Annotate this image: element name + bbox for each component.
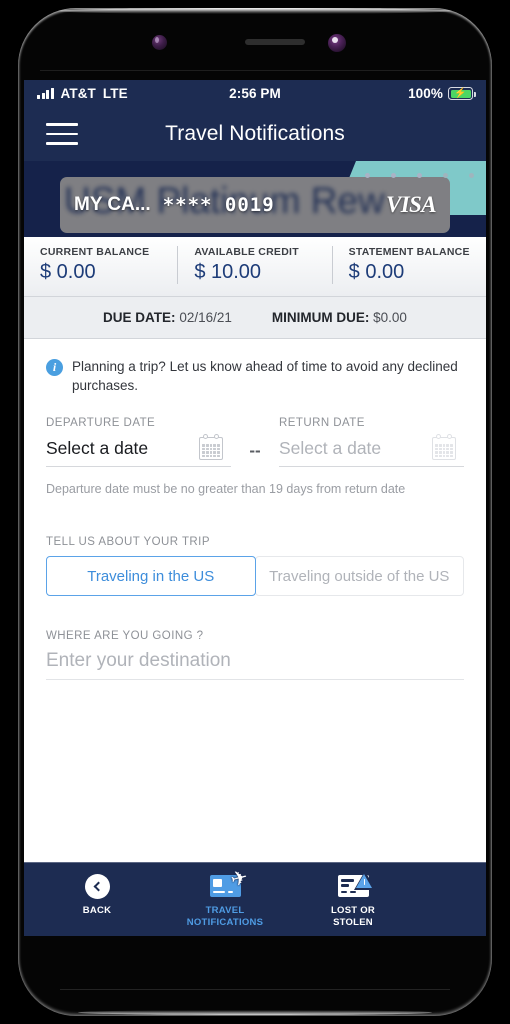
card-warning-icon (337, 871, 376, 897)
nav-label-line1: TRAVEL (205, 905, 245, 916)
phone-screen: AT&T LTE 2:56 PM 100% ⚡ Travel Notificat… (24, 80, 486, 936)
page-title: Travel Notifications (165, 122, 345, 145)
earpiece-speaker-icon (245, 39, 305, 45)
departure-date-label: DEPARTURE DATE (46, 417, 156, 430)
battery-charging-icon: ⚡ (448, 87, 477, 100)
phone-frame: AT&T LTE 2:56 PM 100% ⚡ Travel Notificat… (18, 8, 492, 1016)
card-summary-row[interactable]: MY CA... **** 0019 VISA (60, 177, 450, 233)
signal-bars-icon (37, 88, 54, 99)
nav-label-travel-notifications: TRAVEL NOTIFICATIONS (187, 905, 263, 928)
hamburger-menu-icon[interactable] (46, 123, 78, 145)
nav-label-line1: LOST OR (331, 905, 375, 916)
app-header: Travel Notifications (24, 107, 486, 161)
front-camera-icon (328, 34, 346, 52)
trip-type-toggle-group: Traveling in the US Traveling outside of… (46, 556, 464, 597)
nav-label-line2: NOTIFICATIONS (186, 916, 264, 928)
minimum-due-label: MINIMUM DUE: (271, 310, 370, 325)
departure-date-value[interactable]: Select a date (46, 438, 148, 459)
due-date-value: 02/16/21 (179, 310, 232, 325)
nav-label-back: BACK (82, 905, 112, 916)
nav-item-back[interactable]: BACK (50, 872, 144, 917)
back-chevron-icon (84, 873, 110, 899)
balance-cell-statement: STATEMENT BALANCE $ 0.00 (331, 246, 486, 284)
nav-item-lost-or-stolen[interactable]: LOST OR STOLEN (306, 871, 400, 928)
charging-bolt-icon: ⚡ (454, 87, 467, 99)
nav-item-travel-notifications[interactable]: ✈ TRAVEL NOTIFICATIONS (178, 866, 272, 928)
status-bar-right: 100% ⚡ (281, 86, 477, 101)
bezel-highlight-top (58, 8, 452, 14)
balance-cell-available: AVAILABLE CREDIT $ 10.00 (177, 246, 331, 284)
card-hero-banner: USM Platinum Rew MY CA... **** 0019 VISA (24, 161, 486, 237)
status-bar: AT&T LTE 2:56 PM 100% ⚡ (24, 80, 486, 107)
balances-row: CURRENT BALANCE $ 0.00 AVAILABLE CREDIT … (24, 237, 486, 297)
due-date-label: DUE DATE: (103, 310, 176, 325)
carrier-label: AT&T (60, 86, 96, 101)
dates-row: DEPARTURE DATE Select a date -- RETURN D… (46, 417, 464, 468)
balance-label: AVAILABLE CREDIT (194, 246, 299, 258)
destination-input[interactable] (46, 650, 464, 673)
nav-label-line2: STOLEN (333, 916, 373, 928)
bezel-seam-top (40, 70, 470, 71)
return-date-value[interactable]: Select a date (279, 438, 381, 459)
info-circle-icon: i (46, 358, 63, 376)
due-date-item: DUE DATE: 02/16/21 (103, 310, 232, 325)
info-banner-text: Planning a trip? Let us know ahead of ti… (72, 359, 458, 394)
departure-date-field[interactable]: DEPARTURE DATE Select a date (46, 417, 231, 468)
return-date-field[interactable]: RETURN DATE Select a date (279, 417, 464, 468)
status-bar-left: AT&T LTE (37, 86, 229, 101)
date-helper-text: Departure date must be no greater than 1… (46, 482, 406, 497)
proximity-sensor-icon (152, 35, 167, 50)
trip-type-section: TELL US ABOUT YOUR TRIP Traveling in the… (46, 536, 464, 597)
nav-label-lost-or-stolen: LOST OR STOLEN (331, 905, 375, 928)
trip-option-in-us[interactable]: Traveling in the US (46, 556, 256, 597)
card-nickname: MY CA... (74, 194, 151, 215)
balance-value: $ 0.00 (348, 261, 405, 283)
battery-percent-label: 100% (408, 86, 444, 101)
calendar-icon[interactable] (199, 434, 223, 461)
dates-separator: -- (249, 441, 261, 461)
balance-cell-current: CURRENT BALANCE $ 0.00 (24, 246, 177, 284)
bottom-navigation-bar: BACK ✈ TRAVEL NOTIFICATIONS LOST OR STOL… (24, 862, 486, 936)
trip-option-outside-us[interactable]: Traveling outside of the US (254, 556, 464, 597)
card-number-masked: **** 0019 (162, 194, 275, 216)
due-summary-row: DUE DATE: 02/16/21 MINIMUM DUE: $0.00 (24, 297, 486, 339)
calendar-icon[interactable] (432, 434, 456, 461)
balance-label: STATEMENT BALANCE (348, 246, 470, 258)
balance-value: $ 10.00 (194, 261, 262, 283)
card-airplane-icon: ✈ (209, 866, 250, 897)
travel-form: i Planning a trip? Let us know ahead of … (24, 339, 486, 801)
clock-label: 2:56 PM (229, 86, 281, 101)
balance-label: CURRENT BALANCE (40, 246, 150, 258)
bezel-seam-bottom (60, 989, 450, 990)
card-carousel-dots[interactable] (365, 173, 474, 178)
minimum-due-value: $0.00 (373, 310, 407, 325)
minimum-due-item: MINIMUM DUE: $0.00 (272, 310, 407, 325)
destination-input-wrapper (46, 650, 464, 681)
destination-label: WHERE ARE YOU GOING ? (46, 630, 204, 643)
network-label: LTE (102, 86, 128, 101)
info-banner: i Planning a trip? Let us know ahead of … (46, 357, 464, 395)
balance-value: $ 0.00 (40, 261, 96, 283)
bezel-highlight-bottom (78, 1010, 432, 1015)
return-date-label: RETURN DATE (279, 417, 365, 430)
visa-logo: VISA (385, 192, 437, 217)
destination-section: WHERE ARE YOU GOING ? (46, 630, 464, 681)
trip-type-label: TELL US ABOUT YOUR TRIP (46, 536, 210, 549)
